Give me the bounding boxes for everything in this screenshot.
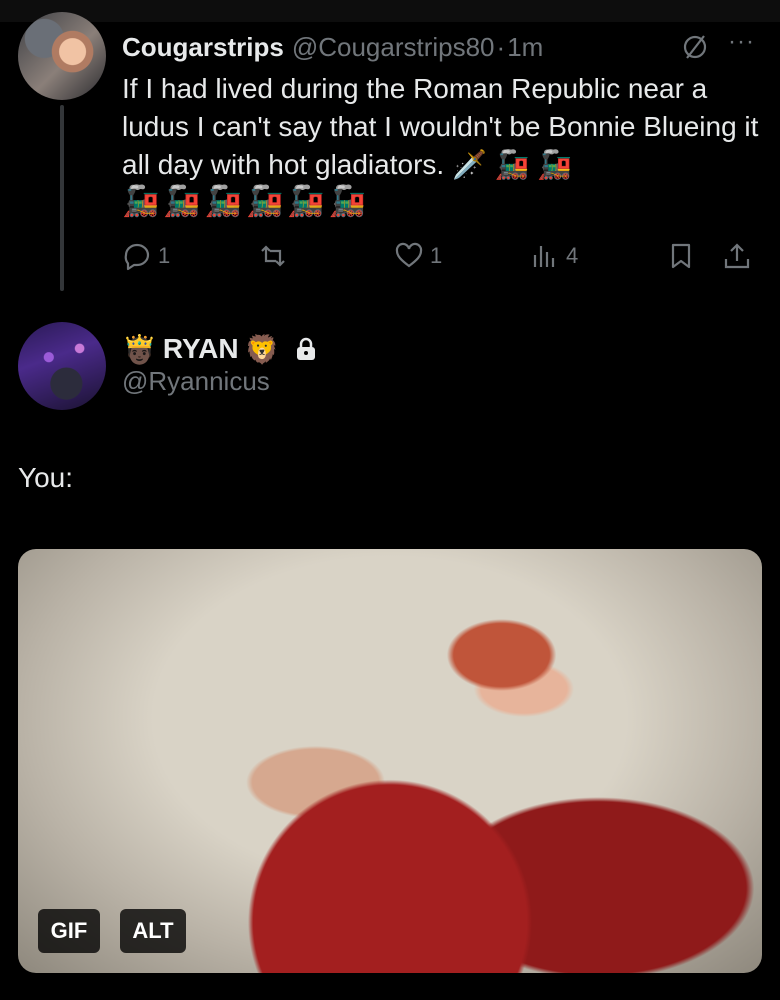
- views-button[interactable]: 4: [530, 236, 578, 276]
- reply-author-avatar[interactable]: [18, 322, 106, 410]
- like-button[interactable]: 1: [394, 236, 442, 276]
- repost-button[interactable]: [258, 236, 294, 276]
- parent-author-name[interactable]: Cougarstrips: [122, 32, 284, 63]
- tweet-action-bar: 1 1 4: [122, 236, 762, 276]
- reply-text: You:: [18, 462, 74, 493]
- reply-button[interactable]: 1: [122, 236, 170, 276]
- separator-dot: ·: [496, 32, 506, 62]
- bookmark-icon: [671, 243, 691, 269]
- parent-tweet-emoji-line: 🚂🚂🚂🚂🚂🚂: [122, 185, 371, 218]
- alt-badge[interactable]: ALT: [120, 909, 186, 953]
- like-icon: [395, 242, 423, 268]
- parent-tweet-text: If I had lived during the Roman Republic…: [122, 73, 759, 180]
- like-count: 1: [430, 243, 443, 268]
- reply-count: 1: [158, 243, 171, 268]
- share-button[interactable]: [722, 236, 752, 276]
- more-options-button[interactable]: ···: [728, 28, 755, 56]
- parent-tweet-header: Cougarstrips @Cougarstrips80 · 1m: [122, 32, 543, 64]
- tweet-time[interactable]: 1m: [507, 32, 543, 63]
- repost-icon: [261, 245, 285, 267]
- name-prefix-emoji: 🤴🏿: [122, 332, 157, 366]
- reply-author-name-row[interactable]: 🤴🏿 RYAN 🦁: [122, 330, 317, 368]
- reply-author-name: RYAN: [162, 333, 239, 364]
- bookmark-button[interactable]: [666, 236, 696, 276]
- share-icon: [724, 243, 750, 269]
- parent-author-handle[interactable]: @Cougarstrips80: [292, 32, 495, 63]
- views-count: 4: [566, 243, 579, 268]
- status-bar: [0, 0, 780, 22]
- views-icon: [533, 246, 555, 267]
- name-suffix-emoji: 🦁: [244, 332, 280, 366]
- lock-icon: [297, 337, 316, 360]
- reply-author-handle[interactable]: @Ryannicus: [122, 366, 270, 397]
- grok-icon[interactable]: [680, 32, 710, 62]
- reply-icon: [124, 243, 150, 271]
- thread-line: [60, 105, 64, 291]
- gif-badge[interactable]: GIF: [38, 909, 100, 953]
- parent-author-avatar[interactable]: [18, 12, 106, 100]
